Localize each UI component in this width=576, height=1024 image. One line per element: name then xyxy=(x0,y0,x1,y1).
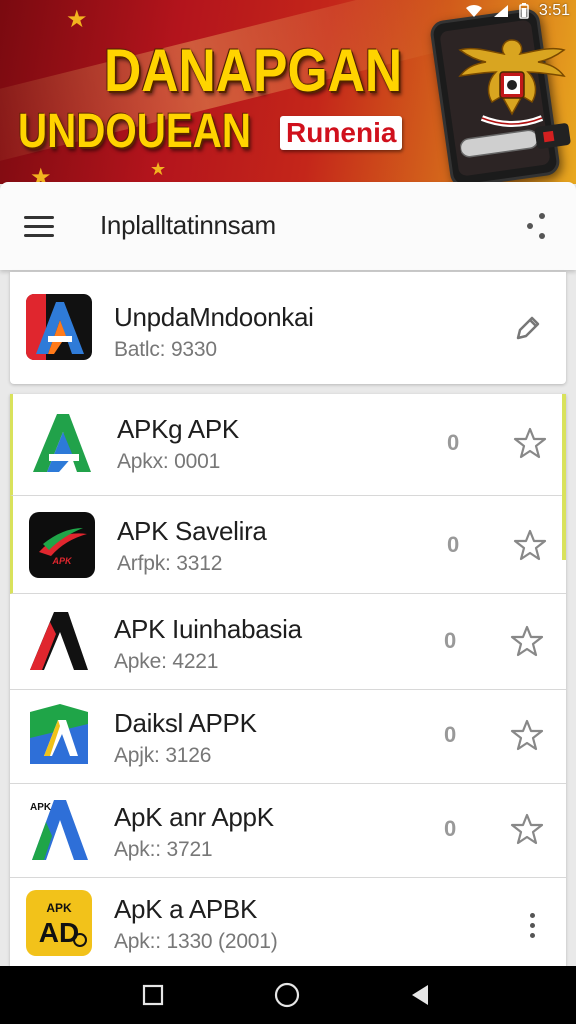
share-icon[interactable] xyxy=(520,208,552,244)
item-count: 0 xyxy=(447,532,460,557)
apk-a-icon-blue-apk: APK xyxy=(26,796,92,862)
svg-text:APK: APK xyxy=(51,556,73,566)
star-decoration: ★ xyxy=(66,6,88,33)
list-item[interactable]: APK ApK anr AppK Apk:: 3721 0 xyxy=(10,784,566,878)
star-icon[interactable] xyxy=(510,812,544,846)
status-bar: 3:51 xyxy=(465,2,570,20)
item-name: APK Savelira xyxy=(117,516,267,546)
highlight-bar xyxy=(562,394,566,560)
item-meta: Apk:: 1330 (2001) xyxy=(114,930,278,953)
item-count: 0 xyxy=(444,722,457,747)
item-name: UnpdaMndoonkai xyxy=(114,302,314,332)
item-meta: Apjk: 3126 xyxy=(114,744,212,767)
item-name: APK Iuinhabasia xyxy=(114,614,302,644)
apk-ad-icon-yellow: APK AD xyxy=(26,890,92,956)
banner-tag: Runenia xyxy=(280,116,403,150)
item-meta: Apkx: 0001 xyxy=(117,450,221,473)
app-bar-title: Inplalltatinnsam xyxy=(100,210,276,240)
apk-a-icon-red-blue xyxy=(26,294,92,360)
hero-banner: ★ ★ ★ DANAPGAN UNDOUEAN Runenia 3:51 xyxy=(0,0,576,184)
item-meta: Arfpk: 3312 xyxy=(117,552,223,575)
item-count: 0 xyxy=(447,430,460,455)
triangle-back-icon[interactable] xyxy=(406,980,436,1010)
list-item[interactable]: APK Iuinhabasia Apke: 4221 0 xyxy=(10,594,566,690)
apk-a-icon-red-black xyxy=(26,608,92,674)
list-item[interactable]: Daiksl APPK Apjk: 3126 0 xyxy=(10,690,566,784)
star-icon[interactable] xyxy=(513,426,547,460)
app-bar: Inplalltatinnsam xyxy=(0,182,576,270)
list-item[interactable]: APK APK Savelira Arfpk: 3312 0 xyxy=(10,496,566,594)
system-nav-bar xyxy=(0,966,576,1024)
star-icon[interactable] xyxy=(513,528,547,562)
item-meta: Batlc: 9330 xyxy=(114,338,217,361)
item-count: 0 xyxy=(444,816,457,841)
apk-swoosh-icon: APK xyxy=(29,512,95,578)
item-name: ApK a APBK xyxy=(114,894,257,924)
star-icon[interactable] xyxy=(510,624,544,658)
circle-icon[interactable] xyxy=(272,980,302,1010)
list-item[interactable]: APKg APK Apkx: 0001 0 xyxy=(10,394,566,496)
hamburger-icon[interactable] xyxy=(24,208,64,244)
item-name: ApK anr AppK xyxy=(114,802,274,832)
banner-title: DANAPGAN xyxy=(104,37,403,104)
square-icon[interactable] xyxy=(138,980,168,1010)
apk-a-icon-green-shield xyxy=(26,702,92,768)
star-decoration: ★ xyxy=(150,159,167,179)
edit-icon[interactable] xyxy=(512,312,544,344)
item-meta: Apk:: 3721 xyxy=(114,838,213,861)
signal-icon xyxy=(493,5,508,17)
item-meta: Apke: 4221 xyxy=(114,650,219,673)
svg-text:APK: APK xyxy=(30,802,52,813)
item-name: Daiksl APPK xyxy=(114,708,257,738)
apk-a-icon-green-blue xyxy=(29,410,95,476)
app-list: APKg APK Apkx: 0001 0 APK APK Savelira A… xyxy=(10,394,566,966)
list-item[interactable]: UnpdaMndoonkai Batlc: 9330 xyxy=(10,272,566,384)
list-item[interactable]: APK AD ApK a APBK Apk:: 1330 (2001) xyxy=(10,878,566,966)
wifi-icon xyxy=(465,4,482,17)
star-icon[interactable] xyxy=(510,718,544,752)
status-time: 3:51 xyxy=(538,2,570,19)
svg-text:AD: AD xyxy=(39,917,79,948)
battery-icon xyxy=(519,3,529,19)
update-card[interactable]: UnpdaMndoonkai Batlc: 9330 xyxy=(10,272,566,384)
item-count: 0 xyxy=(444,628,457,653)
banner-subtitle: UNDOUEAN xyxy=(18,105,251,158)
more-vert-icon[interactable] xyxy=(522,908,542,942)
item-name: APKg APK xyxy=(117,414,239,444)
svg-text:APK: APK xyxy=(46,901,72,915)
